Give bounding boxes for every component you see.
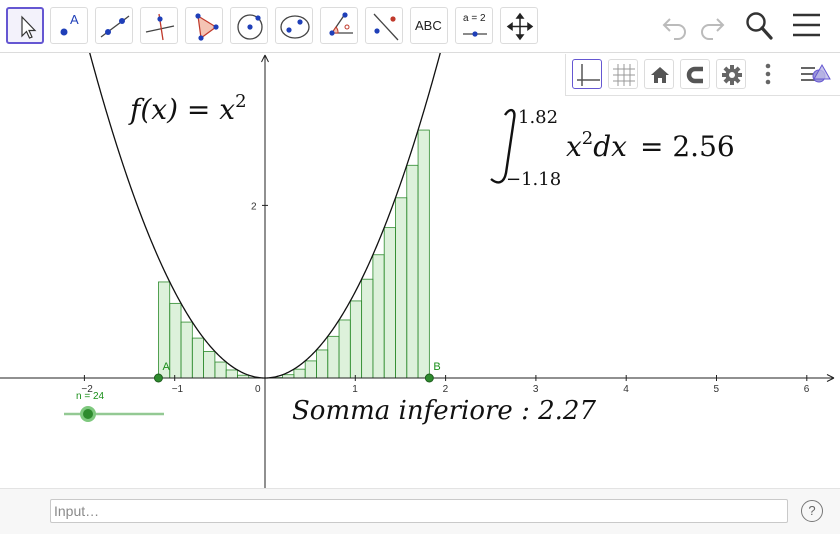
- grid-icon: [609, 60, 639, 90]
- point-tool-label: A: [70, 12, 79, 27]
- slider-tool-button[interactable]: a = 2: [455, 7, 493, 44]
- conic-tool-button[interactable]: [275, 7, 313, 44]
- move-graphics-tool-button[interactable]: [500, 7, 538, 44]
- graphics-view[interactable]: −2−101234562 A B n = 24 f(x) = x2 1.82 −…: [0, 53, 840, 488]
- x-tick-label: 5: [714, 384, 720, 395]
- text-tool-button[interactable]: ABC: [410, 7, 448, 44]
- move-view-icon: [501, 8, 539, 45]
- x-tick-label: 0: [255, 384, 261, 395]
- slider-handle[interactable]: [82, 408, 95, 421]
- polygon-icon: [186, 8, 224, 45]
- integral-label: 1.82 −1.18 x2dx = 2.56: [491, 107, 735, 190]
- magnet-icon: [681, 60, 711, 90]
- algebra-input[interactable]: [50, 499, 788, 523]
- home-icon: [645, 60, 675, 90]
- point-tool-button[interactable]: A: [50, 7, 88, 44]
- lower-sum-bar: [316, 350, 327, 378]
- x-tick-label: 3: [533, 384, 539, 395]
- move-tool-button[interactable]: [6, 7, 44, 44]
- search-icon[interactable]: [743, 10, 775, 42]
- home-button[interactable]: [644, 59, 674, 89]
- y-tick-label: 2: [251, 201, 257, 212]
- lower-sum-bar: [350, 301, 361, 378]
- x-tick-label: −1: [172, 384, 184, 395]
- slider-icon: [456, 8, 494, 45]
- point-b[interactable]: [425, 374, 433, 382]
- line-icon: [96, 8, 134, 45]
- perpendicular-tool-button[interactable]: [140, 7, 178, 44]
- redo-icon[interactable]: [697, 10, 727, 40]
- lower-sum-bar: [407, 165, 418, 378]
- point-b-label: B: [433, 361, 440, 373]
- lower-sum-label: Somma inferiore : 2.27: [292, 396, 596, 426]
- x-tick-label: 2: [443, 384, 449, 395]
- ellipse-icon: [276, 8, 314, 45]
- angle-tool-button[interactable]: [320, 7, 358, 44]
- function-label: f(x) = x2: [128, 91, 247, 126]
- lower-sum-bar: [215, 362, 226, 378]
- integral-upper-limit: 1.82: [518, 107, 558, 128]
- menu-icon[interactable]: [791, 10, 821, 40]
- undo-icon[interactable]: [660, 10, 690, 40]
- point-a[interactable]: [154, 374, 162, 382]
- x-tick-label: 4: [623, 384, 629, 395]
- perpendicular-icon: [141, 8, 179, 45]
- more-icon[interactable]: [761, 59, 775, 89]
- integral-result: = 2.56: [640, 130, 735, 163]
- circle-icon: [231, 8, 269, 45]
- snap-button[interactable]: [680, 59, 710, 89]
- grid-toggle-button[interactable]: [608, 59, 638, 89]
- lower-sum-bar: [294, 369, 305, 378]
- lower-sum-bar: [328, 336, 339, 378]
- lower-sum-bar: [384, 228, 395, 378]
- lower-sum-bar: [192, 338, 203, 378]
- line-tool-button[interactable]: [95, 7, 133, 44]
- settings-button[interactable]: [716, 59, 746, 89]
- help-icon[interactable]: ?: [801, 500, 823, 522]
- lower-sum-bar: [418, 130, 429, 378]
- text-icon: ABC: [415, 18, 442, 33]
- x-tick-label: 6: [804, 384, 810, 395]
- lower-sum-bars: [158, 130, 429, 378]
- gear-icon: [717, 60, 747, 90]
- input-bar: ?: [0, 488, 840, 534]
- lower-sum-bar: [305, 361, 316, 378]
- integral-lower-limit: −1.18: [506, 169, 561, 190]
- reflect-icon: [366, 8, 404, 45]
- reflect-tool-button[interactable]: [365, 7, 403, 44]
- lower-sum-bar: [395, 198, 406, 378]
- integrand: x2dx: [566, 128, 627, 163]
- polygon-tool-button[interactable]: [185, 7, 223, 44]
- lower-sum-bar: [170, 303, 181, 378]
- lower-sum-bar: [204, 351, 215, 378]
- point-a-label: A: [162, 361, 170, 373]
- axes-icon: [573, 60, 603, 90]
- slider-label: n = 24: [76, 391, 105, 402]
- lower-sum-bar: [339, 320, 350, 378]
- circle-tool-button[interactable]: [230, 7, 268, 44]
- axes-toggle-button[interactable]: [572, 59, 602, 89]
- lower-sum-bar: [181, 322, 192, 378]
- lower-sum-bar: [226, 370, 237, 378]
- pointer-icon: [8, 9, 46, 46]
- lower-sum-bar: [362, 279, 373, 378]
- style-bar: [565, 54, 840, 96]
- toolbar: A: [0, 0, 840, 53]
- toggle-style-bar-icon[interactable]: [798, 59, 838, 89]
- lower-sum-bar: [373, 255, 384, 378]
- n-slider[interactable]: n = 24: [64, 391, 164, 421]
- x-tick-label: 1: [352, 384, 358, 395]
- angle-icon: [321, 8, 359, 45]
